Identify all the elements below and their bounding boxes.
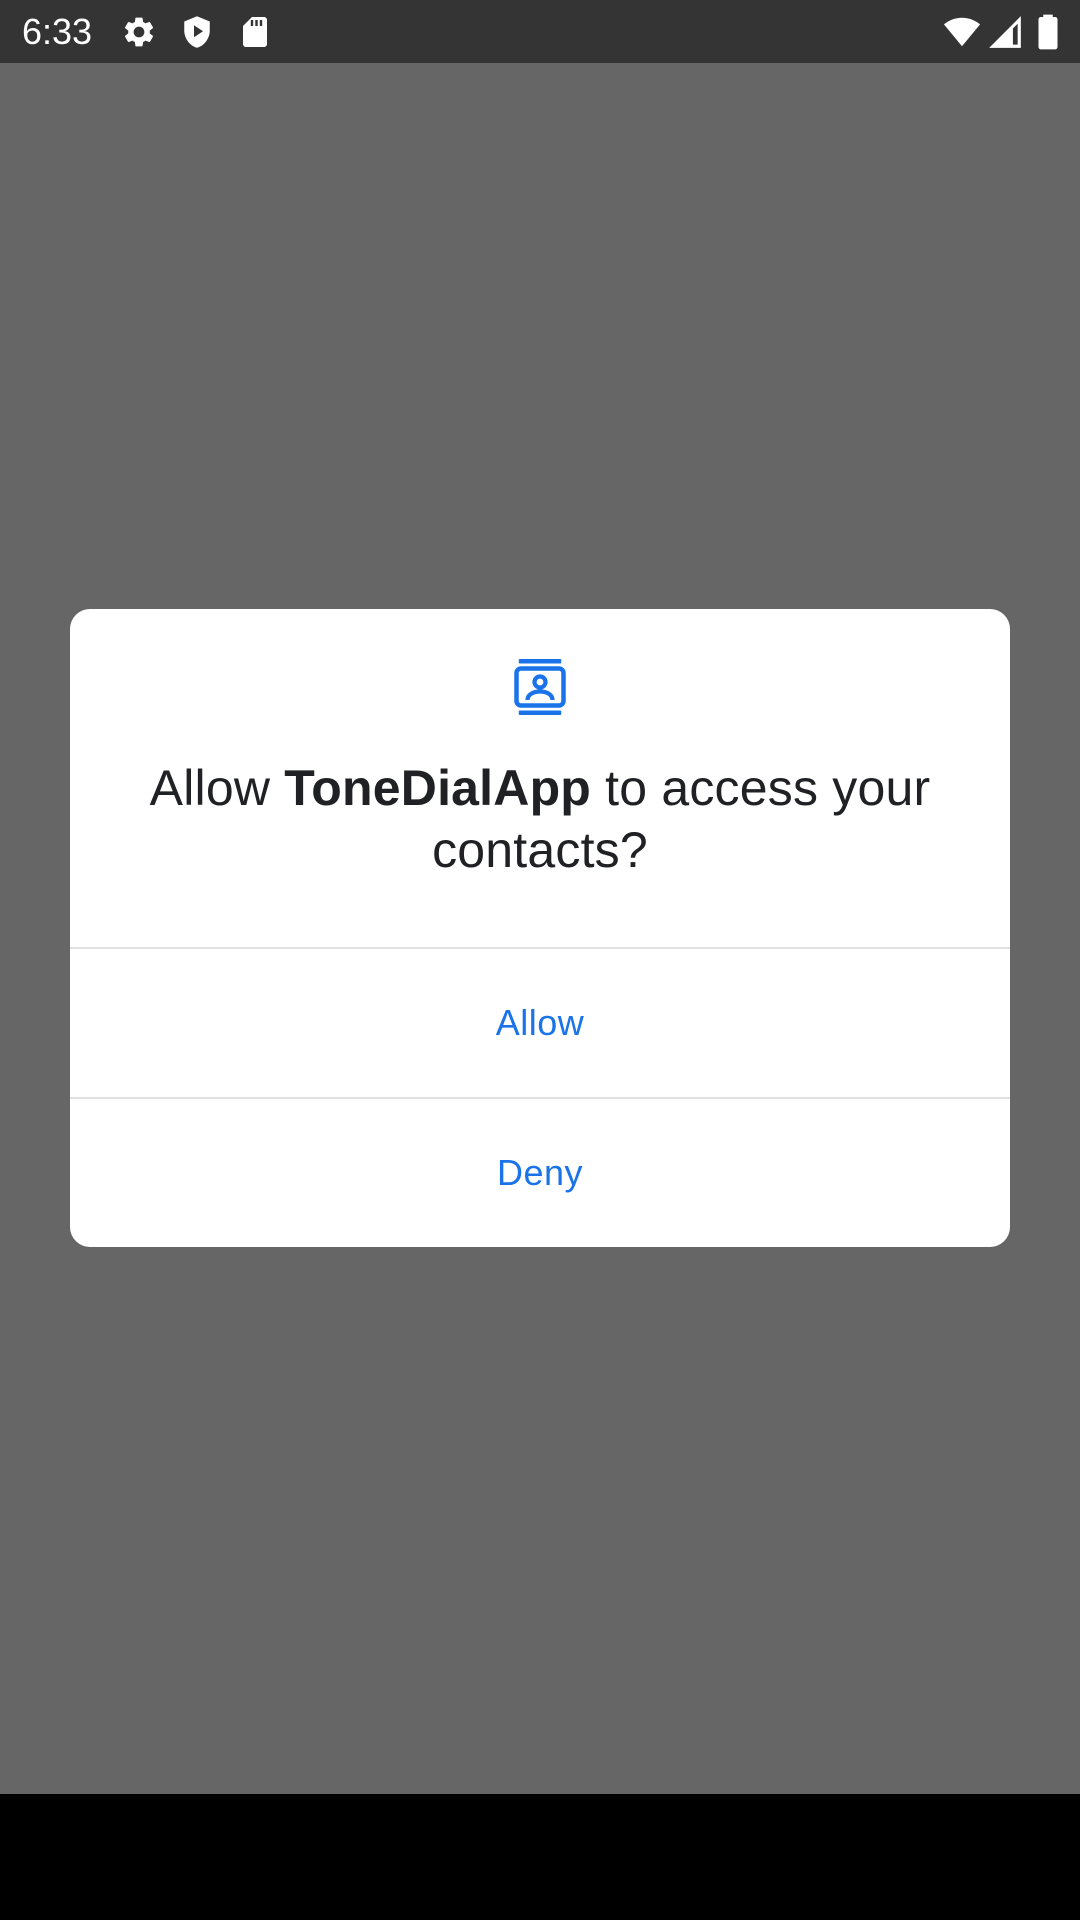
status-bar: 6:33 xyxy=(0,0,1080,63)
app-name: ToneDialApp xyxy=(284,760,592,816)
allow-button[interactable]: Allow xyxy=(70,949,1010,1097)
cellular-signal-icon xyxy=(989,16,1021,48)
battery-icon xyxy=(1038,14,1058,50)
navigation-bar-area xyxy=(0,1794,1080,1920)
title-prefix: Allow xyxy=(149,760,285,816)
screen: 6:33 Allow ToneDialApp to access your co… xyxy=(0,0,1080,1920)
dialog-title: Allow ToneDialApp to access your contact… xyxy=(110,757,970,881)
permission-dialog: Allow ToneDialApp to access your contact… xyxy=(70,609,1010,1247)
wifi-icon xyxy=(943,17,981,47)
sd-card-icon xyxy=(243,17,267,47)
contacts-icon xyxy=(514,659,566,715)
gear-icon xyxy=(124,17,154,47)
deny-button[interactable]: Deny xyxy=(70,1099,1010,1247)
shield-icon xyxy=(184,16,210,48)
status-time: 6:33 xyxy=(22,11,93,52)
